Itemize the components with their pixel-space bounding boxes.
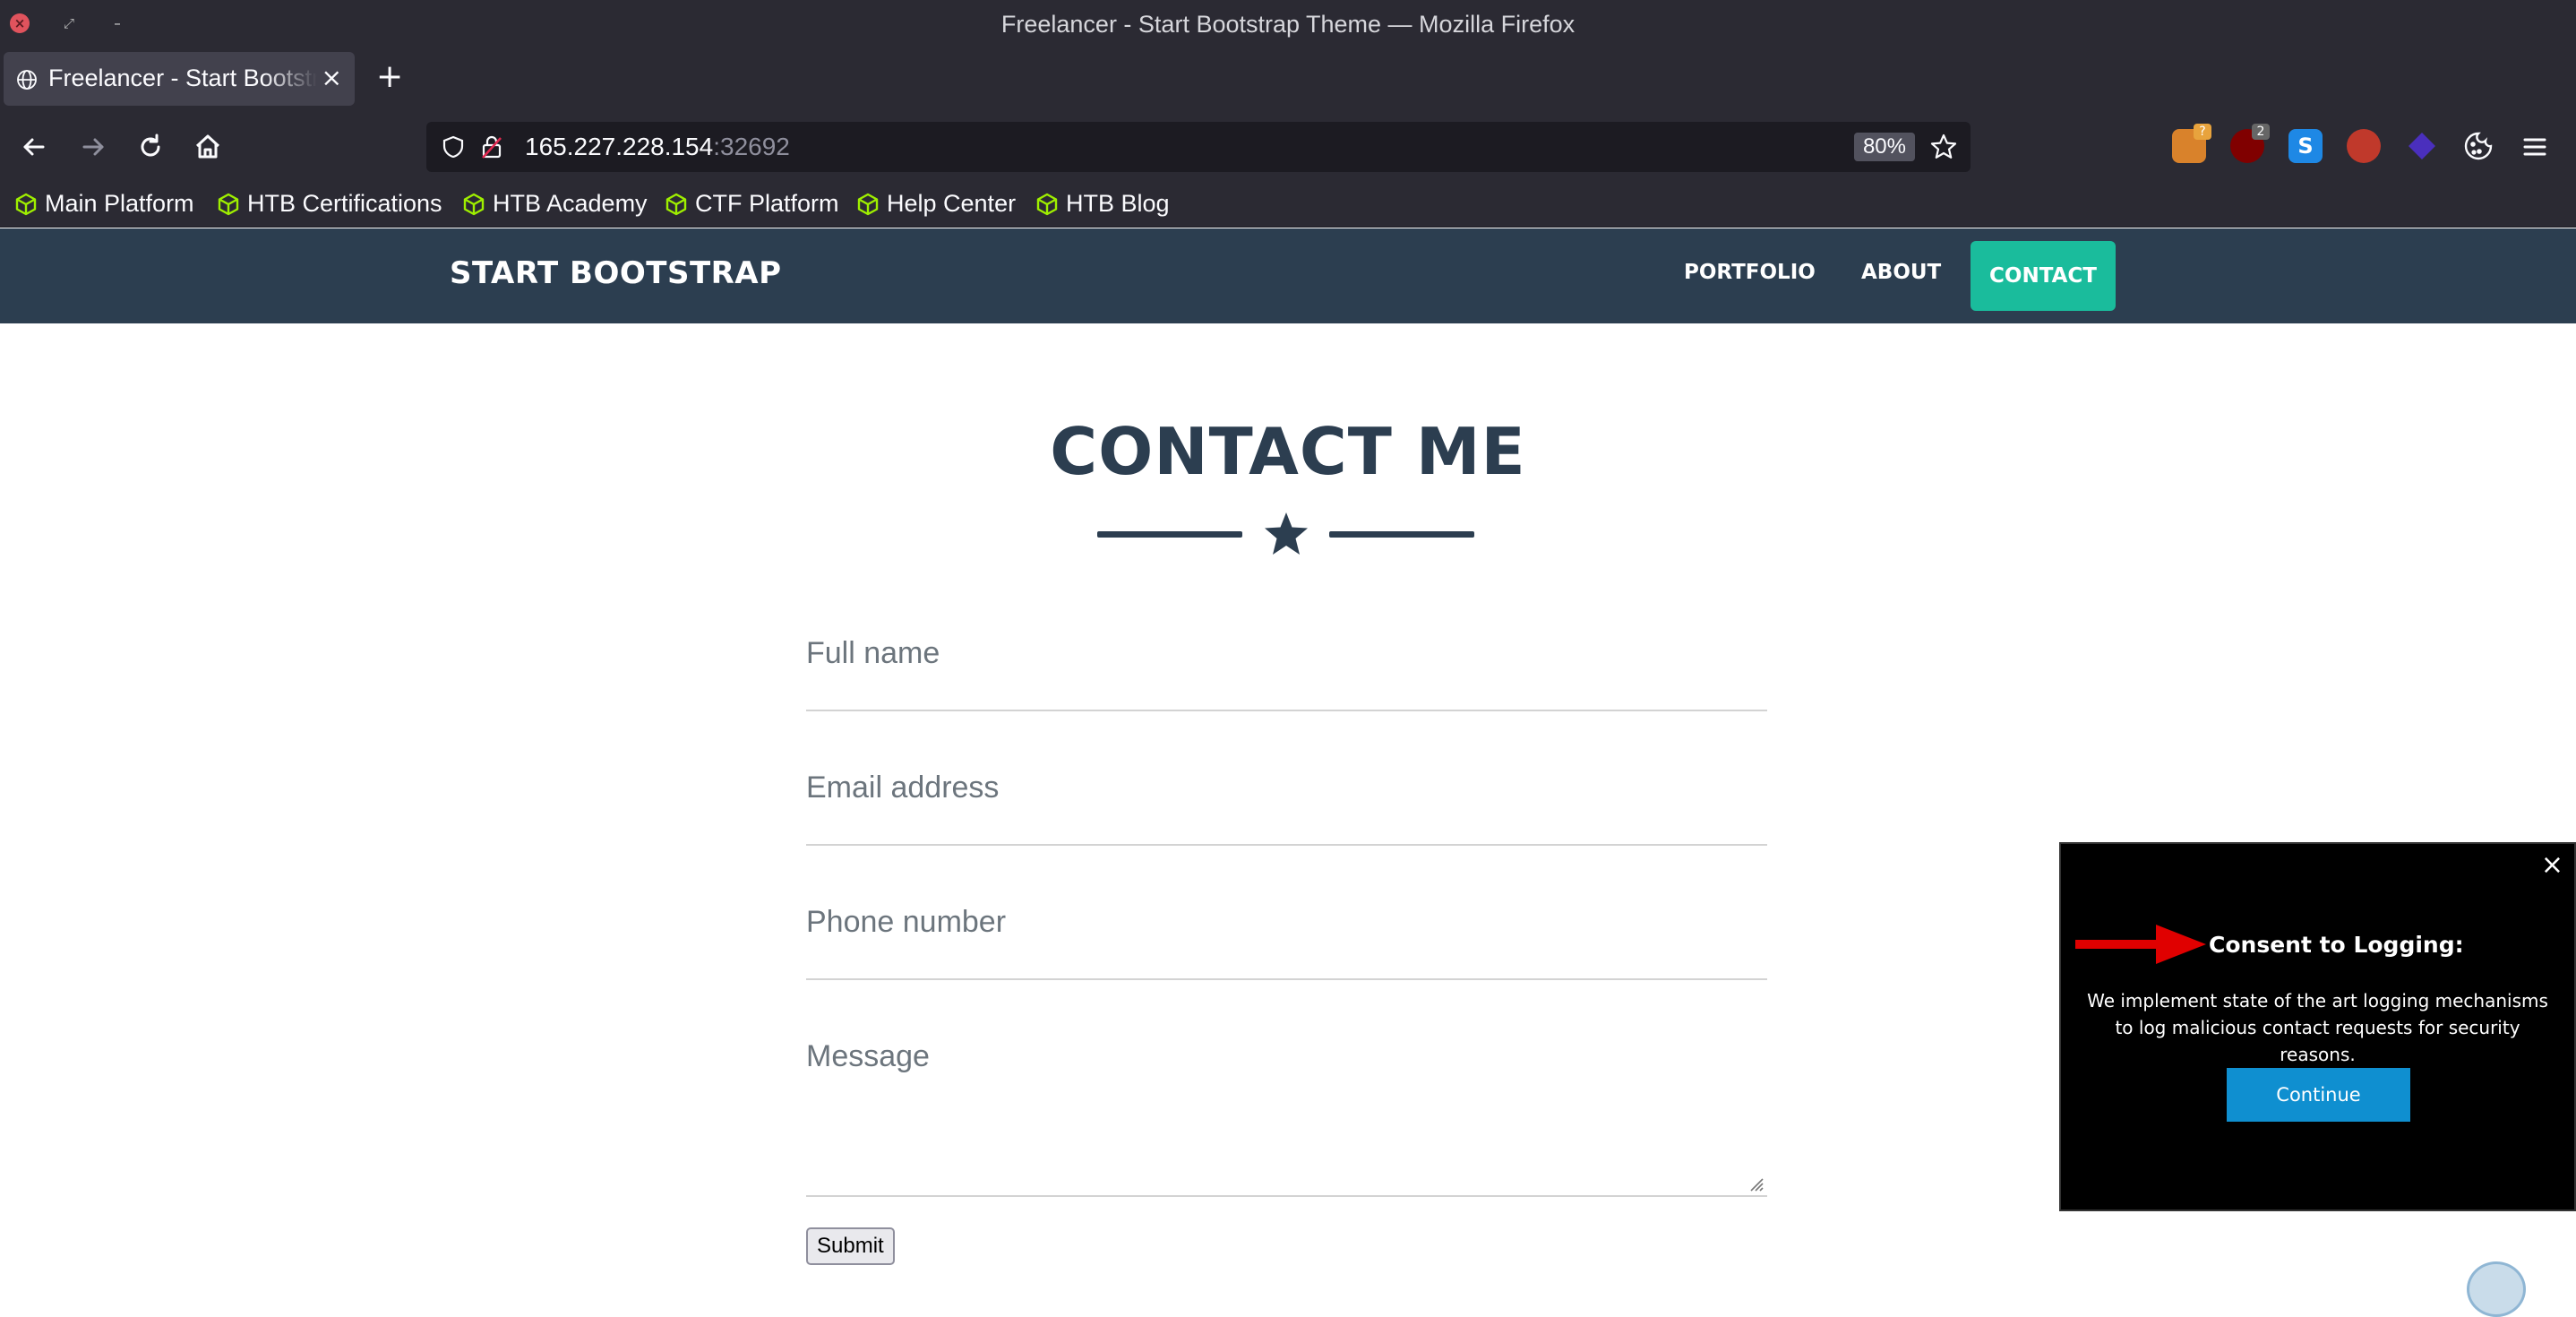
navigation-toolbar: 165.227.228.154:32692 80% ? 2 S [0,113,2576,181]
star-icon [1265,512,1308,555]
forward-icon[interactable] [75,129,111,165]
htb-cube-icon [665,193,687,215]
red-arrow-icon [2075,925,2206,964]
popup-title: Consent to Logging: [2209,932,2464,958]
email-input[interactable] [806,770,1767,805]
home-icon[interactable] [190,129,226,165]
tab-title: Freelancer - Start Bootstrap Theme [48,65,317,91]
site-brand[interactable]: START BOOTSTRAP [450,255,782,291]
message-textarea[interactable] [806,1039,1767,1183]
htb-cube-icon [463,193,485,215]
foxyproxy-icon[interactable]: ? [2172,124,2211,163]
divider-line-left [1097,531,1242,538]
htb-cube-icon [1036,193,1058,215]
wappalyzer-icon[interactable] [2405,129,2439,163]
phone-field[interactable] [806,905,1767,980]
tab-close-icon[interactable]: × [322,63,342,92]
bookmark-label: HTB Blog [1066,190,1170,217]
site-navbar: START BOOTSTRAP PORTFOLIO ABOUT CONTACT [0,228,2576,323]
bookmark-label: HTB Certifications [247,190,442,217]
url-host: 165.227.228.154 [525,133,714,160]
bookmark-htb-blog[interactable]: HTB Blog [1035,190,1170,218]
window-titlebar: × ⤢ – Freelancer - Start Bootstrap Theme… [0,0,2576,47]
tracking-shield-icon[interactable] [441,134,466,159]
popup-close-icon[interactable]: × [2541,849,2563,881]
nav-about-link[interactable]: ABOUT [1861,261,1941,284]
nav-contact-link[interactable]: CONTACT [1971,241,2116,311]
reload-icon[interactable] [133,129,168,165]
foxyproxy-badge: ? [2194,124,2211,140]
bookmark-htb-certifications[interactable]: HTB Certifications [217,190,442,218]
ublock-icon[interactable]: 2 [2230,124,2270,163]
htb-cube-icon [218,193,239,215]
bookmark-label: Main Platform [45,190,194,217]
bookmark-label: CTF Platform [695,190,839,217]
ublock-badge: 2 [2252,124,2270,140]
bookmark-ctf-platform[interactable]: CTF Platform [665,190,839,218]
bookmark-star-icon[interactable] [1929,133,1958,161]
back-icon[interactable] [16,129,52,165]
submit-button[interactable]: Submit [806,1227,895,1265]
cookie-icon[interactable] [2461,129,2495,163]
bookmark-label: Help Center [887,190,1017,217]
tab-freelancer[interactable]: Freelancer - Start Bootstrap Theme × [4,52,355,106]
zoom-level-badge[interactable]: 80% [1853,133,1915,161]
menu-icon[interactable] [2519,131,2551,163]
name-field[interactable] [806,636,1767,711]
name-input[interactable] [806,636,1767,671]
globe-icon [17,70,37,90]
htb-cube-icon [857,193,879,215]
bookmarks-toolbar: Main Platform HTB Certifications HTB Aca… [0,181,2576,228]
bookmark-label: HTB Academy [493,190,648,217]
insecure-lock-icon[interactable] [480,134,503,159]
clipboard-icon[interactable] [2467,1261,2526,1317]
tab-bar: Freelancer - Start Bootstrap Theme × + [0,47,2576,113]
new-tab-icon[interactable]: + [376,61,403,93]
bookmark-help-center[interactable]: Help Center [856,190,1016,218]
url-text[interactable]: 165.227.228.154:32692 [525,133,790,161]
bookmark-main-platform[interactable]: Main Platform [14,190,194,218]
contact-heading: CONTACT ME [1050,414,1526,489]
url-bar[interactable]: 165.227.228.154:32692 80% [426,122,1971,172]
nav-portfolio-link[interactable]: PORTFOLIO [1684,261,1816,284]
divider-line-right [1329,531,1474,538]
continue-button[interactable]: Continue [2227,1068,2410,1122]
message-field[interactable] [806,1039,1767,1197]
bookmark-htb-academy[interactable]: HTB Academy [462,190,648,218]
popup-body: We implement state of the art logging me… [2087,990,2548,1065]
htb-cube-icon [15,193,37,215]
email-field[interactable] [806,770,1767,846]
consent-popup: × Consent to Logging: We implement state… [2059,842,2576,1211]
s-extension-icon[interactable]: S [2288,129,2323,163]
fox-extension-icon[interactable] [2347,129,2381,163]
resize-grip-icon[interactable] [1747,1175,1764,1192]
window-title: Freelancer - Start Bootstrap Theme — Moz… [1000,11,1576,38]
phone-input[interactable] [806,905,1767,940]
url-port: :32692 [713,133,790,160]
